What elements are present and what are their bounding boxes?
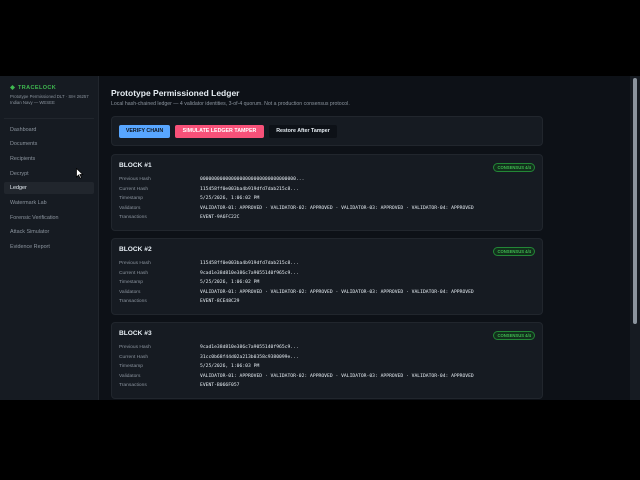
validators-label: Validators — [119, 205, 141, 211]
validators-label: Validators — [119, 373, 141, 379]
action-toolbar: VERIFY CHAIN SIMULATE LEDGER TAMPER Rest… — [111, 116, 543, 146]
block-title: BLOCK #1 — [119, 162, 152, 169]
sidebar-item-dashboard[interactable]: Dashboard — [4, 124, 94, 136]
scrollbar-thumb[interactable] — [633, 78, 637, 324]
brand-name: TRACELOCK — [18, 85, 57, 91]
transactions-label: Transactions — [119, 215, 147, 220]
sidebar-item-evidence-report[interactable]: Evidence Report — [4, 241, 94, 253]
diamond-logo-icon — [10, 85, 15, 90]
ledger-block: BLOCK #1 CONSENSUS 4/4 Previous Hash 000… — [111, 154, 543, 231]
sidebar-item-attack-simulator[interactable]: Attack Simulator — [4, 226, 94, 238]
transactions-value: EVENT-9A6FC22C — [200, 215, 240, 220]
validators-value: VALIDATOR-01: APPROVED · VALIDATOR-02: A… — [200, 289, 474, 295]
current-hash-label: Current Hash — [119, 270, 149, 276]
timestamp-value: 5/25/2026, 1:06:02 PM — [200, 280, 260, 285]
transactions-value: EVENT-8CE48C29 — [200, 299, 240, 304]
sidebar-item-ledger[interactable]: Ledger — [4, 182, 94, 194]
validators-value: VALIDATOR-01: APPROVED · VALIDATOR-02: A… — [200, 205, 474, 211]
current-hash-label: Current Hash — [119, 354, 149, 360]
previous-hash-value: 9cad1e38d810e386c7a9055140f965c9... — [200, 345, 299, 350]
current-hash-value: 31cc0b68f44d02a213b0358c9380099e... — [200, 354, 299, 360]
timestamp-label: Timestamp — [119, 280, 144, 285]
transactions-label: Transactions — [119, 299, 147, 304]
current-hash-value: 9cad1e38d810e386c7a9055140f965c9... — [200, 270, 299, 276]
main-content: Prototype Permissioned Ledger Local hash… — [99, 76, 629, 400]
simulate-tamper-button[interactable]: SIMULATE LEDGER TAMPER — [175, 125, 264, 138]
sidebar-item-documents[interactable]: Documents — [4, 138, 94, 150]
ledger-block: BLOCK #3 CONSENSUS 4/4 Previous Hash 9ca… — [111, 322, 543, 399]
timestamp-label: Timestamp — [119, 364, 144, 369]
page-title: Prototype Permissioned Ledger — [111, 88, 240, 98]
mouse-cursor-icon — [76, 168, 84, 179]
ledger-block: BLOCK #2 CONSENSUS 4/4 Previous Hash 115… — [111, 238, 543, 315]
transactions-value: EVENT-B066F057 — [200, 383, 240, 388]
previous-hash-value: 115458ff0e003ba4b919dfd7dab215c8... — [200, 261, 299, 266]
block-title: BLOCK #2 — [119, 246, 152, 253]
divider — [4, 118, 94, 119]
sidebar: TRACELOCK Prototype Permissioned DLT · S… — [0, 76, 99, 400]
consensus-badge: CONSENSUS 4/4 — [493, 163, 535, 172]
transactions-label: Transactions — [119, 383, 147, 388]
sidebar-item-recipients[interactable]: Recipients — [4, 153, 94, 165]
brand-subtitle: Prototype Permissioned DLT · SIH 26257 I… — [10, 94, 89, 105]
verify-chain-button[interactable]: VERIFY CHAIN — [119, 125, 170, 138]
app-window: TRACELOCK Prototype Permissioned DLT · S… — [0, 76, 640, 400]
consensus-badge: CONSENSUS 4/4 — [493, 247, 535, 256]
previous-hash-value: 0000000000000000000000000000000000... — [200, 177, 305, 182]
sidebar-item-forensic-verification[interactable]: Forensic Verification — [4, 212, 94, 224]
timestamp-value: 5/25/2026, 1:06:03 PM — [200, 364, 260, 369]
block-title: BLOCK #3 — [119, 330, 152, 337]
validators-label: Validators — [119, 289, 141, 295]
timestamp-label: Timestamp — [119, 196, 144, 201]
restore-button[interactable]: Restore After Tamper — [269, 125, 337, 138]
sidebar-item-watermark-lab[interactable]: Watermark Lab — [4, 197, 94, 209]
current-hash-label: Current Hash — [119, 186, 149, 192]
page-subtitle: Local hash-chained ledger — 4 validator … — [111, 101, 350, 107]
current-hash-value: 115458ff0e003ba4b919dfd7dab215c8... — [200, 186, 299, 192]
previous-hash-label: Previous Hash — [119, 345, 151, 350]
timestamp-value: 5/25/2026, 1:06:02 PM — [200, 196, 260, 201]
validators-value: VALIDATOR-01: APPROVED · VALIDATOR-02: A… — [200, 373, 474, 379]
consensus-badge: CONSENSUS 4/4 — [493, 331, 535, 340]
previous-hash-label: Previous Hash — [119, 261, 151, 266]
previous-hash-label: Previous Hash — [119, 177, 151, 182]
